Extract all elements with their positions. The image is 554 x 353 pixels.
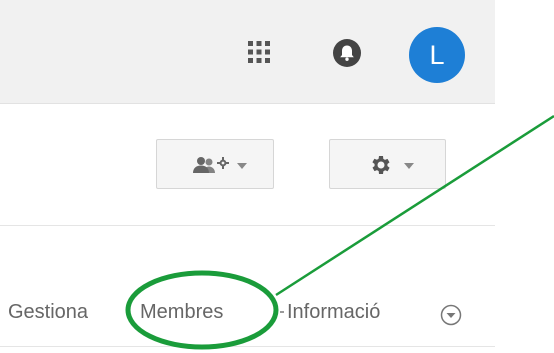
tab-gestiona[interactable]: Gestiona bbox=[8, 296, 88, 328]
divider bbox=[0, 225, 495, 226]
page: L Gestiona Membres Informació bbox=[0, 0, 554, 353]
tabs-underline bbox=[0, 346, 495, 347]
top-bar: L bbox=[0, 0, 495, 104]
notifications-bell-icon[interactable] bbox=[332, 38, 362, 68]
tab-informacio[interactable]: Informació bbox=[287, 296, 380, 328]
settings-button[interactable] bbox=[329, 139, 446, 189]
members-settings-icon bbox=[193, 157, 229, 173]
caret-down-icon bbox=[404, 163, 414, 169]
more-tabs-chevron-icon[interactable] bbox=[440, 304, 462, 326]
caret-down-icon bbox=[237, 163, 247, 169]
tab-separator bbox=[280, 311, 284, 313]
gear-icon bbox=[372, 156, 390, 174]
apps-icon[interactable] bbox=[247, 40, 271, 64]
members-settings-button[interactable] bbox=[156, 139, 274, 189]
avatar[interactable]: L bbox=[409, 27, 465, 83]
tab-membres[interactable]: Membres bbox=[140, 296, 223, 328]
